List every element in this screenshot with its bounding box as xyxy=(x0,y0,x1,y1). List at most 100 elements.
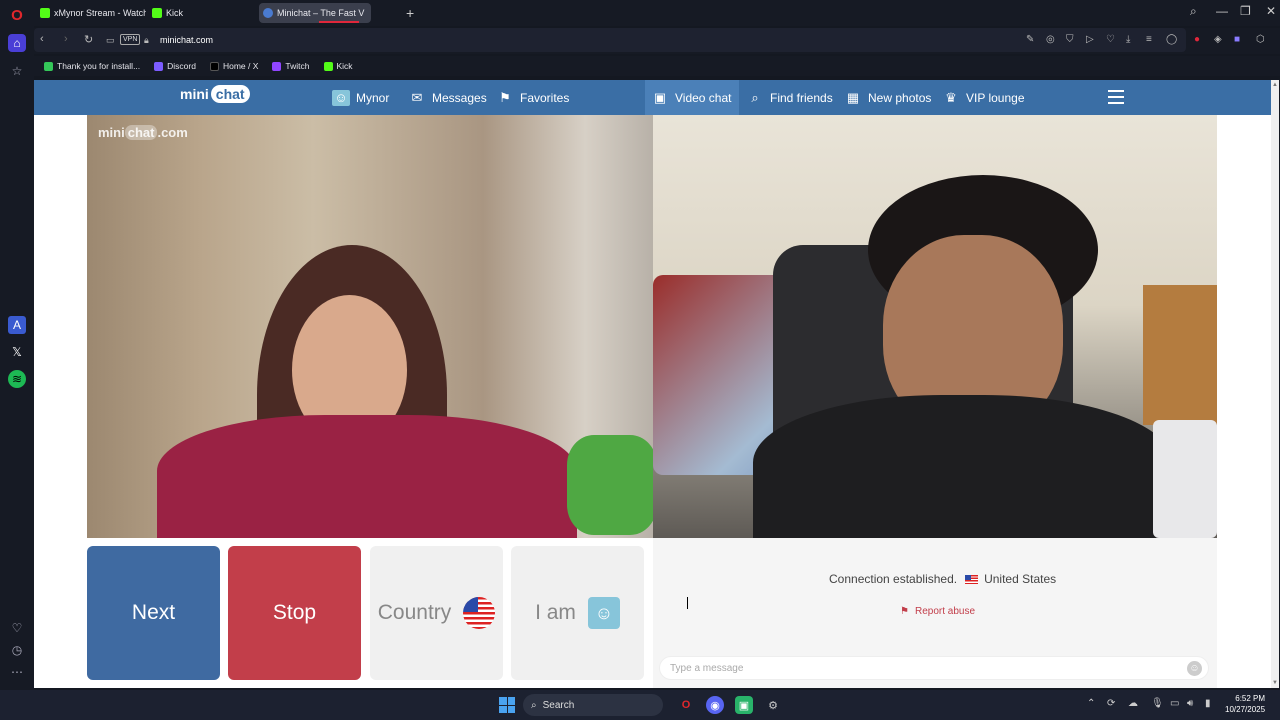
self-video xyxy=(653,115,1217,538)
nav-label: Video chat xyxy=(675,90,732,105)
scroll-up-icon[interactable]: ▲ xyxy=(1272,82,1278,88)
bookmark-x[interactable]: Home / X xyxy=(209,61,259,71)
spotify-icon[interactable]: ≋ xyxy=(8,370,26,388)
i-am-button[interactable]: I am ☺ xyxy=(511,546,644,680)
download-icon[interactable]: ⤓ xyxy=(1126,34,1130,45)
bookmark-twitch[interactable]: Twitch xyxy=(272,61,310,71)
stop-button[interactable]: Stop xyxy=(228,546,361,680)
grid-icon: ▦ xyxy=(846,89,860,105)
sync-icon[interactable]: ⟳ xyxy=(1107,698,1115,709)
emoji-icon[interactable]: ☺ xyxy=(1187,661,1202,676)
bookmark-label: Thank you for install... xyxy=(57,61,141,71)
minimize-icon[interactable]: — xyxy=(1216,4,1228,18)
flag-icon: ⚑ xyxy=(900,606,909,617)
nav-profile[interactable]: ☺ Mynor xyxy=(326,80,395,115)
forward-icon[interactable]: › xyxy=(64,33,68,45)
reload-icon[interactable]: ↻ xyxy=(84,33,93,46)
tab-snapshot-icon[interactable]: ▭ xyxy=(106,35,115,46)
crown-icon: ♛ xyxy=(945,89,957,105)
person-shirt xyxy=(157,415,577,538)
tab-title: Kick xyxy=(166,8,184,18)
country-button[interactable]: Country xyxy=(370,546,503,680)
opera-taskbar-icon[interactable]: O xyxy=(677,696,695,714)
bookmark-label: Home / X xyxy=(222,61,259,71)
microphone-icon[interactable]: 🎙︎ xyxy=(1151,698,1164,709)
nav-vip-lounge[interactable]: ♛ VIP lounge xyxy=(936,80,1031,115)
search-icon: ⌕ xyxy=(751,89,759,105)
lock-icon: 🔒︎ xyxy=(144,35,149,45)
bookmark-discord[interactable]: Discord xyxy=(154,61,196,71)
extension-red-icon[interactable]: ● xyxy=(1194,34,1200,45)
discord-icon xyxy=(154,61,164,71)
menu-icon[interactable]: ≡ xyxy=(1146,34,1152,45)
site-logo[interactable]: mini chat xyxy=(180,85,250,103)
home-icon[interactable]: ⌂ xyxy=(8,34,26,52)
settings-taskbar-icon[interactable]: ⚙ xyxy=(764,696,782,714)
nav-messages[interactable]: ✉ Messages xyxy=(402,80,493,115)
nav-favorites[interactable]: ⚑ Favorites xyxy=(490,80,575,115)
report-abuse-link[interactable]: ⚑ Report abuse xyxy=(900,606,975,617)
extension-shield-icon[interactable]: ◈ xyxy=(1214,34,1222,45)
tab-kick[interactable]: Kick xyxy=(148,3,258,23)
url-text[interactable]: minichat.com xyxy=(160,35,213,45)
windows-start-icon[interactable] xyxy=(499,697,515,713)
person-shirt xyxy=(753,395,1173,538)
volume-icon[interactable]: 🔊︎ xyxy=(1187,698,1193,709)
battery-icon[interactable]: ▮ xyxy=(1205,698,1211,709)
more-icon[interactable]: ⋯ xyxy=(8,663,26,681)
opera-logo-icon[interactable]: O xyxy=(8,6,26,24)
scroll-down-icon[interactable]: ▼ xyxy=(1272,680,1278,686)
avatar-icon: ☺ xyxy=(332,89,350,106)
taskbar: ⌕ Search O ◉ ▣ ⚙ ⌃ ⟳ ☁ 🎙︎ ▭ 🔊︎ ▮ 6:52 PM… xyxy=(0,690,1280,720)
bookmark-label: Twitch xyxy=(285,61,310,71)
nav-video-chat[interactable]: ▣ Video chat xyxy=(645,80,739,115)
logo-bubble: chat xyxy=(210,85,250,103)
nav-label: Messages xyxy=(432,90,487,105)
video-chat-icon: ▣ xyxy=(653,89,667,105)
history-icon[interactable]: ◷ xyxy=(8,641,26,659)
cloud-icon[interactable]: ☁ xyxy=(1128,698,1138,709)
scrollbar[interactable]: ▲ ▼ xyxy=(1271,80,1279,688)
nav-find-friends[interactable]: ⌕ Find friends xyxy=(740,80,839,115)
discord-taskbar-icon[interactable]: ◉ xyxy=(706,696,724,714)
clock-date: 10/27/2025 xyxy=(1225,705,1266,714)
bookmark-kick[interactable]: Kick xyxy=(323,61,353,71)
shield-icon[interactable]: ⛉ xyxy=(1066,34,1074,45)
app-icon[interactable]: A xyxy=(8,316,26,334)
twitch-icon xyxy=(272,61,282,71)
hamburger-menu-icon[interactable] xyxy=(1108,90,1124,104)
tab-strip: xMynor Stream - Watch Li Kick Minichat –… xyxy=(34,0,1280,26)
edit-icon[interactable]: ✎ xyxy=(1026,34,1034,45)
chevron-up-icon[interactable]: ⌃ xyxy=(1087,698,1095,709)
extension-twitch-icon[interactable]: ■ xyxy=(1234,34,1240,45)
camera-icon[interactable]: ◎ xyxy=(1046,34,1055,45)
minichat-icon xyxy=(263,8,273,18)
back-icon[interactable]: ‹ xyxy=(40,33,44,45)
maximize-icon[interactable]: ❐ xyxy=(1240,4,1251,18)
heart-icon[interactable]: ♡ xyxy=(1106,34,1115,45)
watermark-bubble: chat xyxy=(124,125,158,140)
message-input[interactable]: Type a message ☺ xyxy=(659,656,1209,680)
x-icon[interactable]: 𝕏 xyxy=(8,343,26,361)
pin-icon[interactable]: ☆ xyxy=(8,62,26,80)
watermark-text: mini xyxy=(98,125,125,140)
extensions-icon[interactable]: ⬡ xyxy=(1256,34,1265,45)
taskbar-search[interactable]: ⌕ Search xyxy=(523,694,663,716)
tab-xmynor[interactable]: xMynor Stream - Watch Li xyxy=(36,3,146,23)
us-flag-icon xyxy=(463,597,496,629)
next-button[interactable]: Next xyxy=(87,546,220,680)
close-icon[interactable]: ✕ xyxy=(1266,4,1276,18)
search-tabs-icon[interactable]: ⌕ xyxy=(1190,4,1197,19)
plus-icon[interactable]: + xyxy=(406,5,414,21)
system-clock[interactable]: 6:52 PM 10/27/2025 xyxy=(1225,693,1265,715)
vpn-badge[interactable]: VPN xyxy=(120,34,141,45)
nav-new-photos[interactable]: ▦ New photos xyxy=(838,80,937,115)
app-taskbar-icon[interactable]: ▣ xyxy=(735,696,753,714)
site-header: mini chat ☺ Mynor ✉ Messages ⚑ Favorites… xyxy=(34,80,1279,115)
profile-icon[interactable]: ◯ xyxy=(1166,34,1177,45)
monitor-icon[interactable]: ▭ xyxy=(1170,698,1179,709)
heart-icon[interactable]: ♡ xyxy=(8,619,26,637)
play-icon[interactable]: ▷ xyxy=(1086,34,1094,45)
tab-minichat[interactable]: Minichat – The Fast V xyxy=(259,3,371,23)
bookmark-thank-you[interactable]: Thank you for install... xyxy=(44,61,140,71)
